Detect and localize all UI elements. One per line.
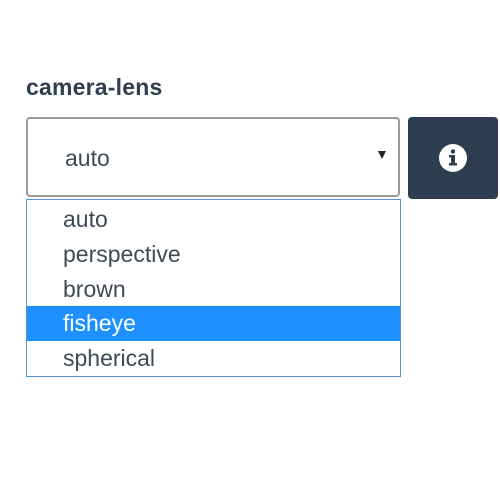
- field-label: camera-lens: [26, 74, 163, 100]
- dropdown-option-spherical[interactable]: spherical: [27, 341, 400, 376]
- caret-down-icon: [378, 151, 386, 159]
- dropdown-list: auto perspective brown fisheye spherical: [26, 199, 401, 377]
- dropdown-option-fisheye[interactable]: fisheye: [27, 306, 400, 341]
- camera-lens-select[interactable]: auto: [26, 117, 400, 197]
- dropdown-option-perspective[interactable]: perspective: [27, 237, 400, 272]
- info-button[interactable]: [408, 117, 498, 199]
- dropdown-option-brown[interactable]: brown: [27, 272, 400, 307]
- select-current-value: auto: [65, 145, 110, 171]
- info-icon: [439, 144, 467, 172]
- dropdown-option-auto[interactable]: auto: [27, 202, 400, 237]
